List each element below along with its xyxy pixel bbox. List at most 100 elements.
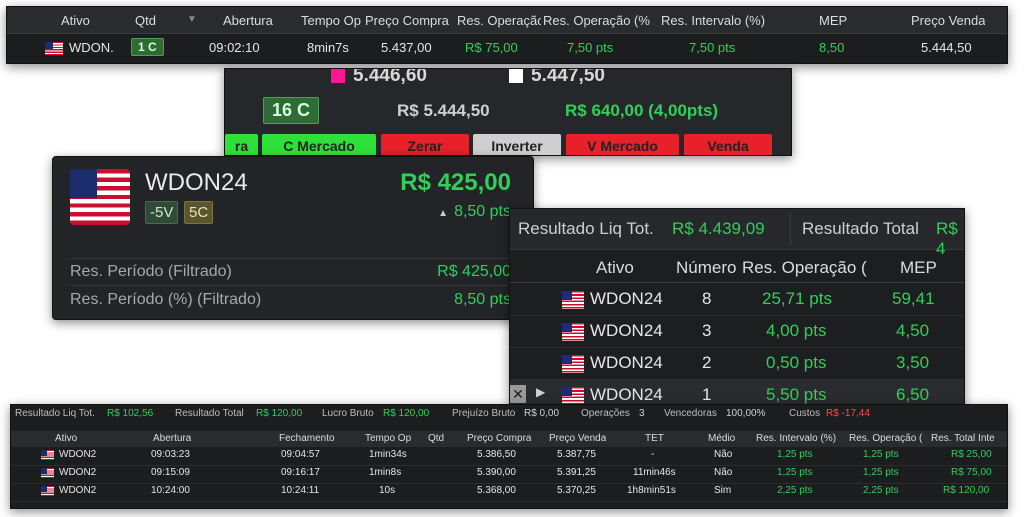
col-mep[interactable]: MEP: [819, 13, 847, 28]
stat-total-label: Resultado Total: [175, 408, 244, 419]
cell-preco-compra: 5.386,50: [477, 449, 516, 460]
stat-operacoes-value: 3: [639, 408, 645, 419]
open-result: R$ 640,00 (4,00pts): [565, 101, 719, 120]
zerar-button[interactable]: Zerar: [381, 134, 469, 155]
cell-tet: 11min46s: [633, 467, 676, 478]
cell-abertura: 10:24:00: [151, 485, 190, 496]
sell-button[interactable]: Venda: [684, 134, 772, 155]
points-change: ▲ 8,50 pts: [438, 203, 511, 220]
col-medio[interactable]: Médio: [708, 433, 735, 444]
stat-bruto-value: R$ 120,00: [383, 408, 430, 419]
buy-limit-button[interactable]: ra: [225, 134, 258, 155]
stat-liq-label: Resultado Liq Tot.: [15, 408, 95, 419]
table-row[interactable]: WDON24 8 25,71 pts 59,41: [510, 283, 964, 316]
col-abertura[interactable]: Abertura: [223, 13, 273, 28]
col-preco-venda[interactable]: Preço Venda: [911, 13, 985, 28]
col-preco-compra[interactable]: Preço Compra: [365, 13, 449, 28]
table-row[interactable]: WDON24 3 4,00 pts 4,50: [510, 315, 964, 348]
cell-res-intervalo: 1,25 pts: [777, 449, 813, 460]
divider: [790, 213, 791, 245]
table-row[interactable]: WDON. 1 C 09:02:10 8min7s 5.437,00 R$ 75…: [7, 34, 1007, 62]
buy-market-button[interactable]: C Mercado: [262, 134, 376, 155]
cell-abertura: 09:15:09: [151, 467, 190, 478]
close-icon[interactable]: ✕: [510, 385, 526, 403]
table-row[interactable]: WDON24 2 0,50 pts 3,50: [510, 347, 964, 380]
cell-ativo: WDON2: [59, 449, 97, 460]
col-preco-venda[interactable]: Preço Venda: [549, 433, 606, 444]
badge-sell: -5V: [145, 201, 179, 224]
top-positions-grid: Ativo Qtd ▼ Abertura Tempo Op Preço Comp…: [6, 6, 1008, 64]
col-mep[interactable]: MEP: [900, 258, 937, 278]
expand-arrow-icon[interactable]: ▶: [536, 385, 545, 399]
us-flag-icon: [45, 40, 63, 56]
table-row[interactable]: WDON2 09:03:23 09:04:57 1min34s 2 C 5.38…: [11, 447, 1007, 466]
grid-header: Ativo Abertura Fechamento Tempo Op Qtd P…: [11, 431, 1007, 447]
col-fechamento[interactable]: Fechamento: [279, 433, 335, 444]
col-tet[interactable]: TET: [645, 433, 664, 444]
cell-numero: 3: [702, 321, 712, 340]
cell-preco-compra: 5.437,00: [381, 40, 432, 55]
col-tempo-op[interactable]: Tempo Op: [301, 13, 363, 28]
col-abertura[interactable]: Abertura: [153, 433, 191, 444]
col-tempo-op[interactable]: Tempo Op: [365, 433, 411, 444]
table-row[interactable]: WDON2 09:15:09 09:16:17 1min8s 4 C 5.390…: [11, 465, 1007, 484]
col-qtd[interactable]: Qtd: [428, 433, 444, 444]
cell-res-operacao: 1,25 pts: [863, 467, 899, 478]
col-ativo[interactable]: Ativo: [55, 433, 77, 444]
cell-tempo-op: 8min7s: [307, 40, 349, 55]
col-res-operacao[interactable]: Res. Operação (: [849, 433, 929, 444]
stat-vencedoras-label: Vencedoras: [664, 408, 717, 419]
cell-preco-compra: 5.390,00: [477, 467, 516, 478]
us-flag-icon: [562, 289, 584, 309]
sort-desc-icon[interactable]: ▼: [187, 14, 197, 25]
table-row[interactable]: ✕ ▶ WDON24 1 5,50 pts 6,50: [510, 379, 964, 405]
cell-res-operacao: 0,50 pts: [766, 353, 827, 372]
cell-res-operacao: 2,25 pts: [863, 485, 899, 496]
stat-bruto-label: Lucro Bruto: [322, 408, 374, 419]
asset-symbol: WDON24: [145, 169, 248, 196]
col-res-intervalo[interactable]: Res. Intervalo (%): [756, 433, 836, 444]
stat-prejuizo-value: R$ 0,00: [524, 408, 560, 419]
cell-preco-venda: 5.370,25: [557, 485, 596, 496]
cell-medio: Não: [714, 467, 733, 478]
cell-res-operacao: 1,25 pts: [863, 449, 899, 460]
inverter-button[interactable]: Inverter: [473, 134, 561, 155]
grid-header: Ativo Número Res. Operação ( MEP: [510, 256, 964, 283]
total-label: Resultado Total: [802, 219, 919, 238]
cell-numero: 2: [702, 353, 712, 372]
col-res-total[interactable]: Res. Total Inte: [931, 433, 1007, 444]
col-numero[interactable]: Número: [676, 258, 736, 278]
cell-numero: 1: [702, 385, 712, 404]
asset-value: R$ 425,00: [400, 169, 511, 196]
col-res-intervalo[interactable]: Res. Intervalo (%): [661, 13, 765, 28]
cell-mep: 8,50: [819, 40, 845, 55]
col-preco-compra[interactable]: Preço Compra: [467, 433, 531, 444]
sell-market-button[interactable]: V Mercado: [566, 134, 679, 155]
col-qtd[interactable]: Qtd: [135, 13, 156, 28]
grid-header: Ativo Qtd ▼ Abertura Tempo Op Preço Comp…: [7, 7, 1007, 34]
cell-abertura: 09:02:10: [209, 40, 260, 55]
us-flag-icon: [41, 486, 54, 497]
asset-card: WDON24 R$ 425,00 -5V 5C ▲ 8,50 pts Res. P…: [52, 156, 534, 320]
summary-grid: Resultado Liq Tot. R$ 4.439,09 Resultado…: [509, 208, 965, 406]
col-res-operacao-pct[interactable]: Res. Operação (%: [543, 13, 663, 28]
cell-tempo-op: 10s: [379, 485, 396, 496]
col-ativo[interactable]: Ativo: [61, 13, 90, 28]
up-arrow-icon: ▲: [438, 208, 449, 219]
us-flag-icon: [41, 468, 54, 479]
buy-price[interactable]: 5.446,60: [331, 69, 427, 87]
cell-preco-venda: 5.444,50: [921, 40, 972, 55]
col-res-operacao[interactable]: Res. Operação (: [742, 258, 872, 278]
sell-price[interactable]: 5.447,50: [509, 69, 605, 87]
col-res-operacao[interactable]: Res. Operação: [457, 13, 541, 28]
col-ativo[interactable]: Ativo: [596, 258, 634, 278]
stat-operacoes-label: Operações: [581, 408, 630, 419]
cell-tet: -: [651, 449, 655, 460]
cell-res-intervalo: 7,50 pts: [689, 40, 736, 55]
liq-total-label: Resultado Liq Tot.: [518, 219, 654, 238]
stat-total-value: R$ 120,00: [256, 408, 303, 419]
table-row[interactable]: WDON2 10:24:00 10:24:11 10s 2 C 5.368,00…: [11, 483, 1007, 502]
cell-fechamento: 10:24:11: [281, 485, 320, 496]
res-periodo-pct-value: 8,50 pts: [454, 291, 511, 308]
cell-res-total: R$ 120,00: [943, 485, 990, 496]
